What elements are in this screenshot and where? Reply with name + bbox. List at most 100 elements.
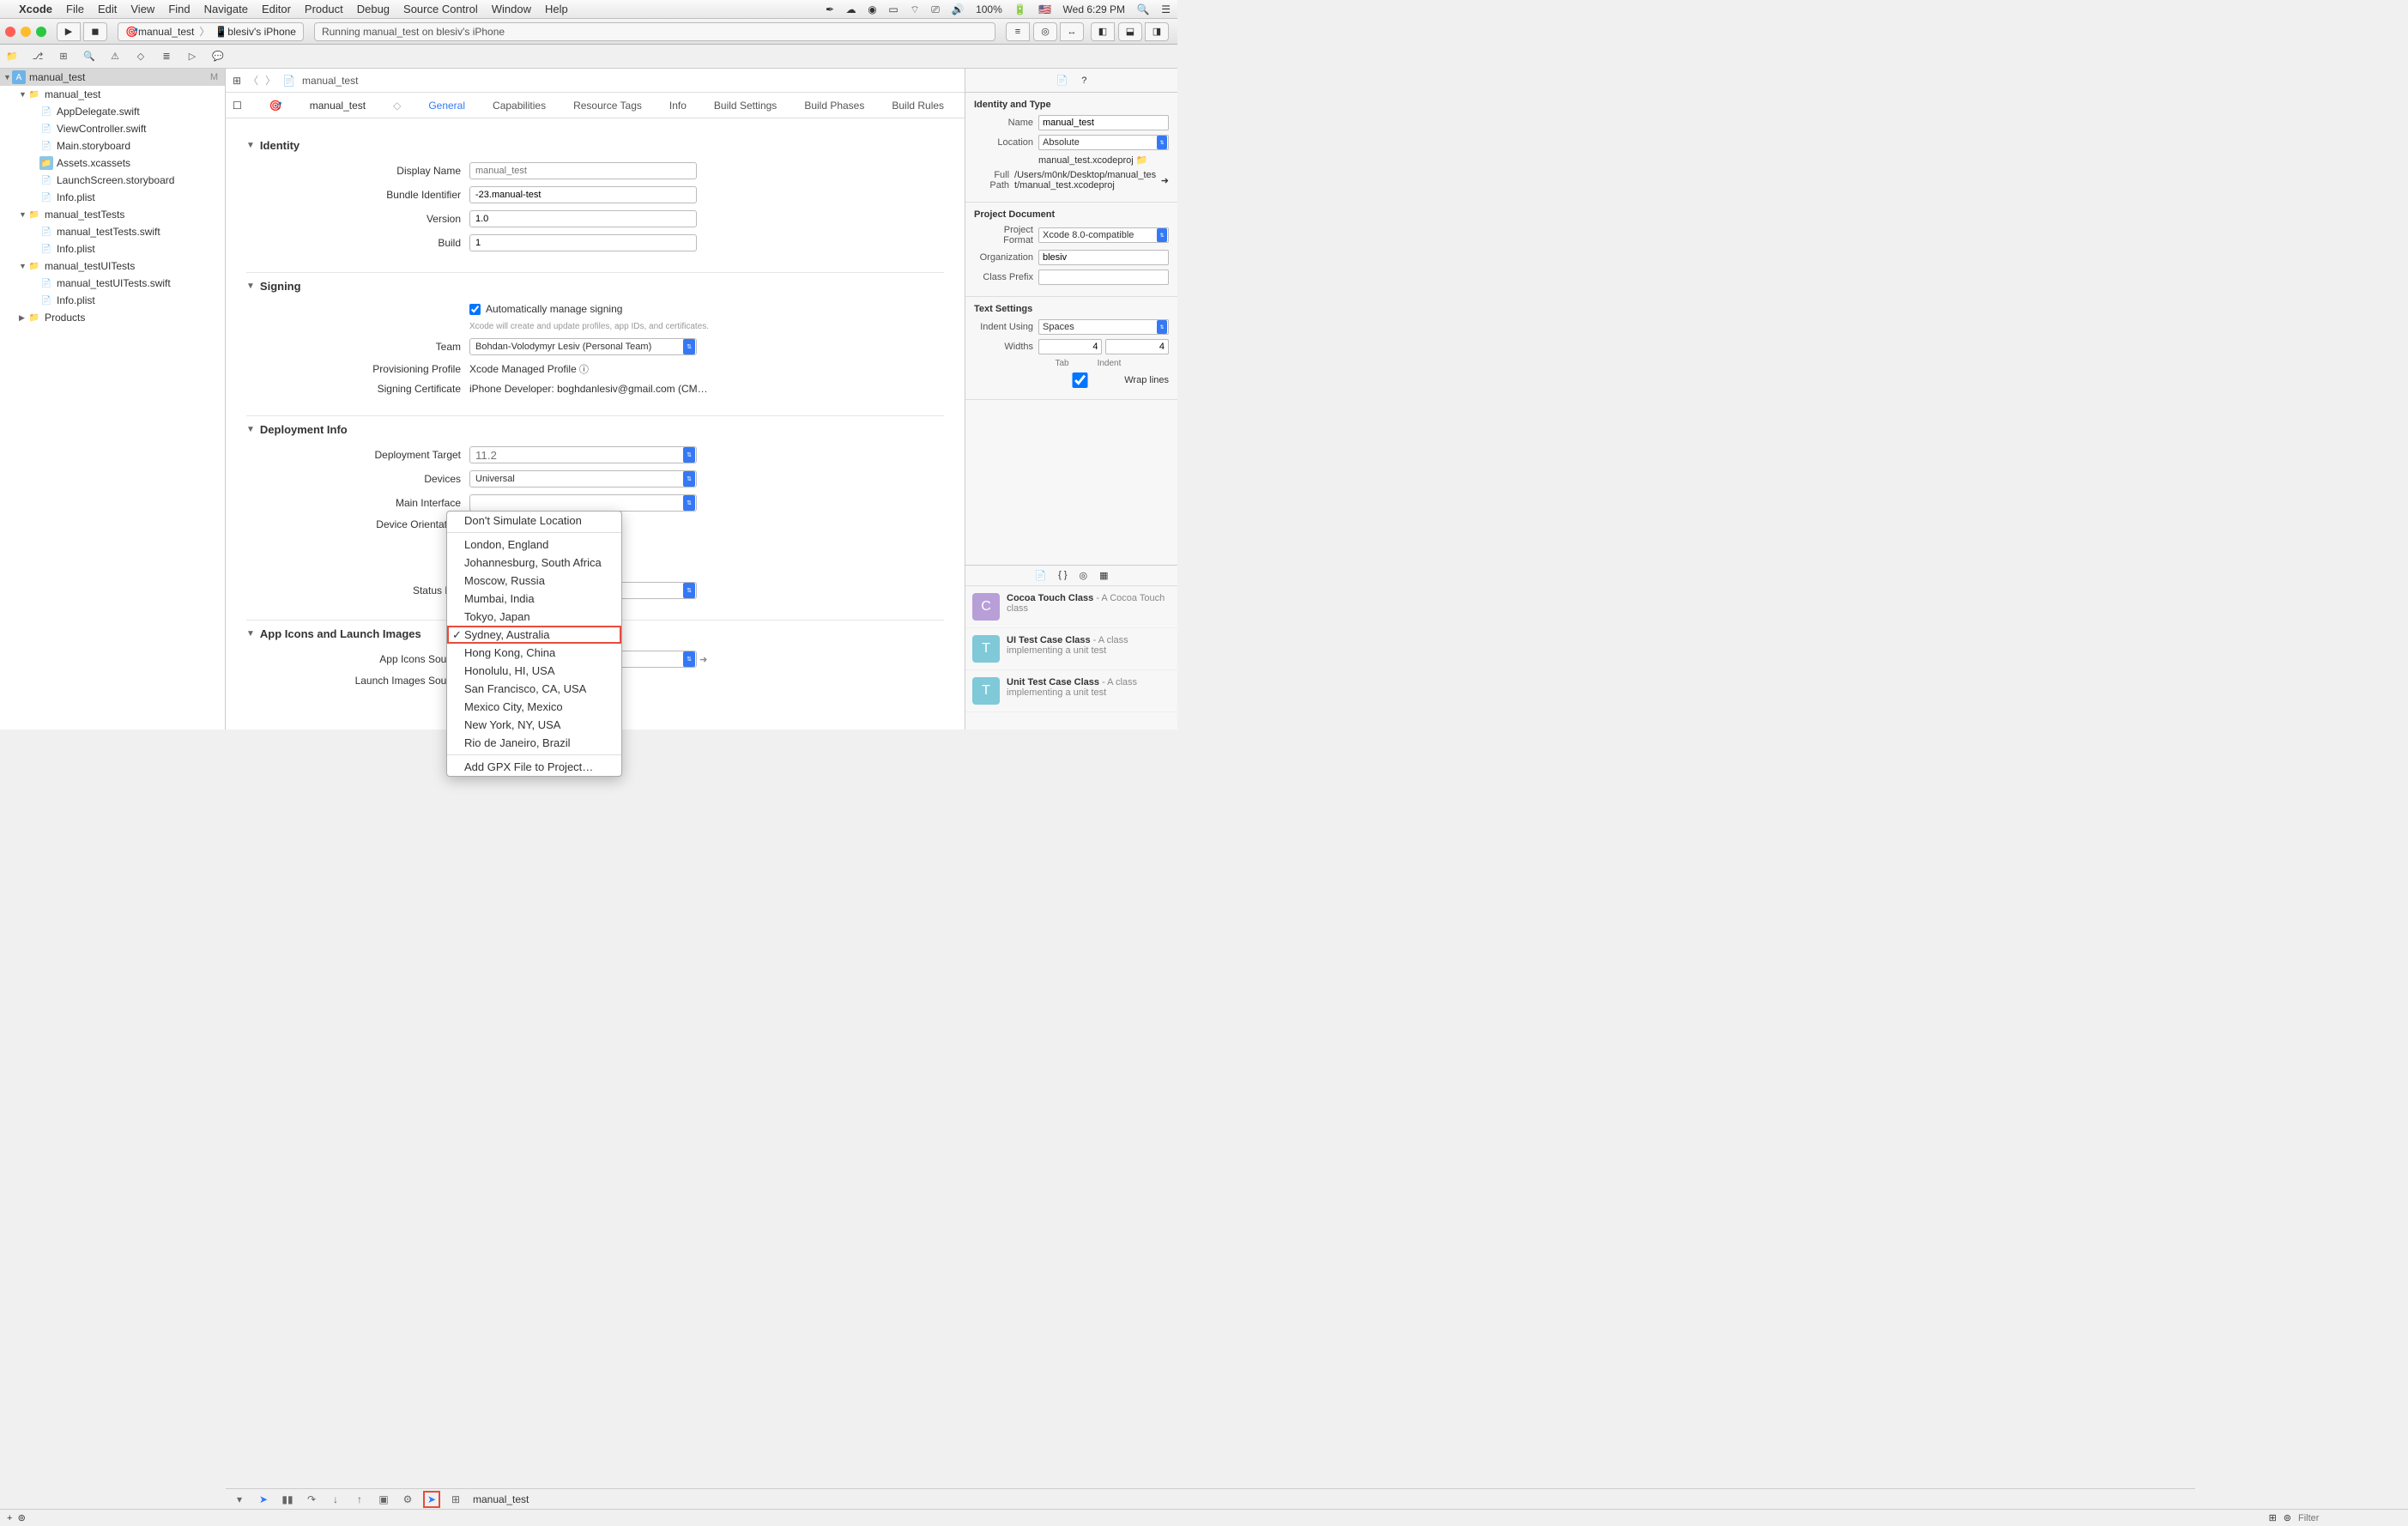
toggle-inspector[interactable]: ◨ [1145, 22, 1169, 41]
breakpoint-navigator-icon[interactable]: ▷ [185, 50, 199, 64]
simulate-location-icon[interactable]: ➤ [425, 1493, 439, 1506]
notification-icon[interactable]: ☰ [1161, 3, 1171, 15]
step-out-icon[interactable]: ↑ [353, 1493, 366, 1506]
toggle-debug[interactable]: ⬓ [1118, 22, 1142, 41]
tree-item[interactable]: 📄ViewController.swift [0, 120, 225, 137]
scheme-selector[interactable]: 🎯 manual_test 〉 📱 blesiv's iPhone [118, 22, 304, 41]
toggle-navigator[interactable]: ◧ [1091, 22, 1115, 41]
bundle-id-input[interactable] [469, 186, 697, 203]
forward-button[interactable]: 〉 [265, 73, 275, 88]
tree-item[interactable]: 📄manual_testUITests.swift [0, 275, 225, 292]
file-template-library-icon[interactable]: 📄 [1034, 570, 1046, 581]
close-window[interactable] [5, 27, 15, 37]
popup-no-simulate[interactable]: Don't Simulate Location [447, 512, 621, 530]
quick-help-icon[interactable]: ? [1081, 76, 1086, 86]
file-inspector-icon[interactable]: 📄 [1056, 75, 1068, 86]
tree-item[interactable]: 📄Info.plist [0, 189, 225, 206]
main-interface-select[interactable]: ⇅ [469, 494, 697, 512]
wrap-lines-checkbox[interactable] [1038, 372, 1122, 388]
menu-product[interactable]: Product [305, 3, 343, 15]
popup-location-item[interactable]: San Francisco, CA, USA [447, 680, 621, 698]
process-icon[interactable]: ⊞ [449, 1493, 463, 1506]
team-select[interactable]: Bohdan-Volodymyr Lesiv (Personal Team)⇅ [469, 338, 697, 355]
insp-indent-select[interactable]: Spaces⇅ [1038, 319, 1169, 335]
issue-navigator-icon[interactable]: ⚠ [108, 50, 122, 64]
tv-icon[interactable]: ▭ [888, 3, 898, 15]
battery-icon[interactable]: 🔋 [1013, 3, 1026, 15]
breakpoints-icon[interactable]: ➤ [257, 1493, 270, 1506]
wifi-icon[interactable]: ⌔ [910, 3, 919, 15]
outline-toggle[interactable]: ☐ [233, 100, 242, 112]
tree-item[interactable]: 📄AppDelegate.swift [0, 103, 225, 120]
target-name[interactable]: manual_test [310, 100, 366, 112]
tree-item[interactable]: 📄Info.plist [0, 292, 225, 309]
ink-icon[interactable]: ✒︎ [826, 3, 834, 15]
library-item[interactable]: TUnit Test Case Class - A class implemen… [965, 670, 1177, 712]
reveal-icon[interactable]: ➜ [1161, 175, 1169, 186]
back-button[interactable]: 〈 [248, 73, 258, 88]
menu-file[interactable]: File [66, 3, 84, 15]
insp-prefix-input[interactable] [1038, 269, 1169, 285]
devices-select[interactable]: Universal⇅ [469, 470, 697, 487]
filter-icon[interactable]: ⊚ [18, 1512, 26, 1523]
jump-file[interactable]: manual_test [302, 75, 358, 87]
tree-item[interactable]: 📁Assets.xcassets [0, 154, 225, 172]
popup-location-item[interactable]: Johannesburg, South Africa [447, 554, 621, 572]
add-button[interactable]: + [7, 1513, 12, 1523]
menu-debug[interactable]: Debug [357, 3, 390, 15]
tree-item[interactable]: 📄manual_testTests.swift [0, 223, 225, 240]
popup-location-item[interactable]: Mexico City, Mexico [447, 698, 621, 716]
info-icon[interactable]: ⓘ [579, 362, 589, 376]
insp-org-input[interactable] [1038, 250, 1169, 265]
flag-icon[interactable]: 🇺🇸 [1038, 3, 1051, 15]
tree-item[interactable]: ▼📁manual_testTests [0, 206, 225, 223]
dep-target-select[interactable]: ⇅ [469, 446, 697, 463]
auto-signing-checkbox[interactable] [469, 304, 481, 315]
tab-resource-tags[interactable]: Resource Tags [573, 100, 642, 112]
debug-target[interactable]: manual_test [473, 1493, 529, 1505]
run-button[interactable]: ▶ [57, 22, 81, 41]
step-into-icon[interactable]: ↓ [329, 1493, 342, 1506]
tree-item[interactable]: ▼📁manual_test [0, 86, 225, 103]
spotlight-icon[interactable]: 🔍 [1137, 3, 1150, 15]
project-root[interactable]: ▼Amanual_testM [0, 69, 225, 86]
view-debug-icon[interactable]: ▣ [377, 1493, 390, 1506]
tab-build-phases[interactable]: Build Phases [804, 100, 864, 112]
popup-location-item[interactable]: London, England [447, 536, 621, 554]
debug-navigator-icon[interactable]: ≣ [160, 50, 173, 64]
menu-window[interactable]: Window [492, 3, 531, 15]
pause-icon[interactable]: ▮▮ [281, 1493, 294, 1506]
menu-find[interactable]: Find [168, 3, 190, 15]
version-input[interactable] [469, 210, 697, 227]
insp-indentw-input[interactable] [1105, 339, 1169, 354]
popup-location-item[interactable]: Hong Kong, China [447, 644, 621, 662]
hide-debug-icon[interactable]: ▾ [233, 1493, 246, 1506]
related-items-icon[interactable]: ⊞ [233, 75, 241, 87]
popup-location-item[interactable]: Honolulu, HI, USA [447, 662, 621, 680]
find-navigator-icon[interactable]: 🔍 [82, 50, 96, 64]
library-item[interactable]: TUI Test Case Class - A class implementi… [965, 628, 1177, 670]
insp-format-select[interactable]: Xcode 8.0-compatible⇅ [1038, 227, 1169, 243]
build-input[interactable] [469, 234, 697, 251]
menu-editor[interactable]: Editor [262, 3, 291, 15]
tab-capabilities[interactable]: Capabilities [493, 100, 546, 112]
popup-add-gpx[interactable]: Add GPX File to Project… [447, 758, 621, 776]
standard-editor[interactable]: ≡ [1006, 22, 1030, 41]
object-library-icon[interactable]: ◎ [1080, 570, 1088, 581]
tree-item[interactable]: ▶📁Products [0, 309, 225, 326]
tab-general[interactable]: General [428, 100, 465, 112]
insp-tab-input[interactable] [1038, 339, 1102, 354]
popup-location-item[interactable]: Moscow, Russia [447, 572, 621, 590]
minimize-window[interactable] [21, 27, 31, 37]
project-navigator-icon[interactable]: 📁 [5, 50, 19, 64]
appicons-arrow-icon[interactable]: ➜ [699, 654, 707, 665]
memory-graph-icon[interactable]: ⚙ [401, 1493, 414, 1506]
test-navigator-icon[interactable]: ◇ [134, 50, 148, 64]
tab-build-settings[interactable]: Build Settings [714, 100, 777, 112]
popup-location-item[interactable]: Sydney, Australia [447, 626, 621, 644]
step-over-icon[interactable]: ↷ [305, 1493, 318, 1506]
source-control-navigator-icon[interactable]: ⎇ [31, 50, 45, 64]
menu-view[interactable]: View [130, 3, 154, 15]
volume-icon[interactable]: 🔊 [951, 3, 964, 15]
popup-location-item[interactable]: Tokyo, Japan [447, 608, 621, 626]
